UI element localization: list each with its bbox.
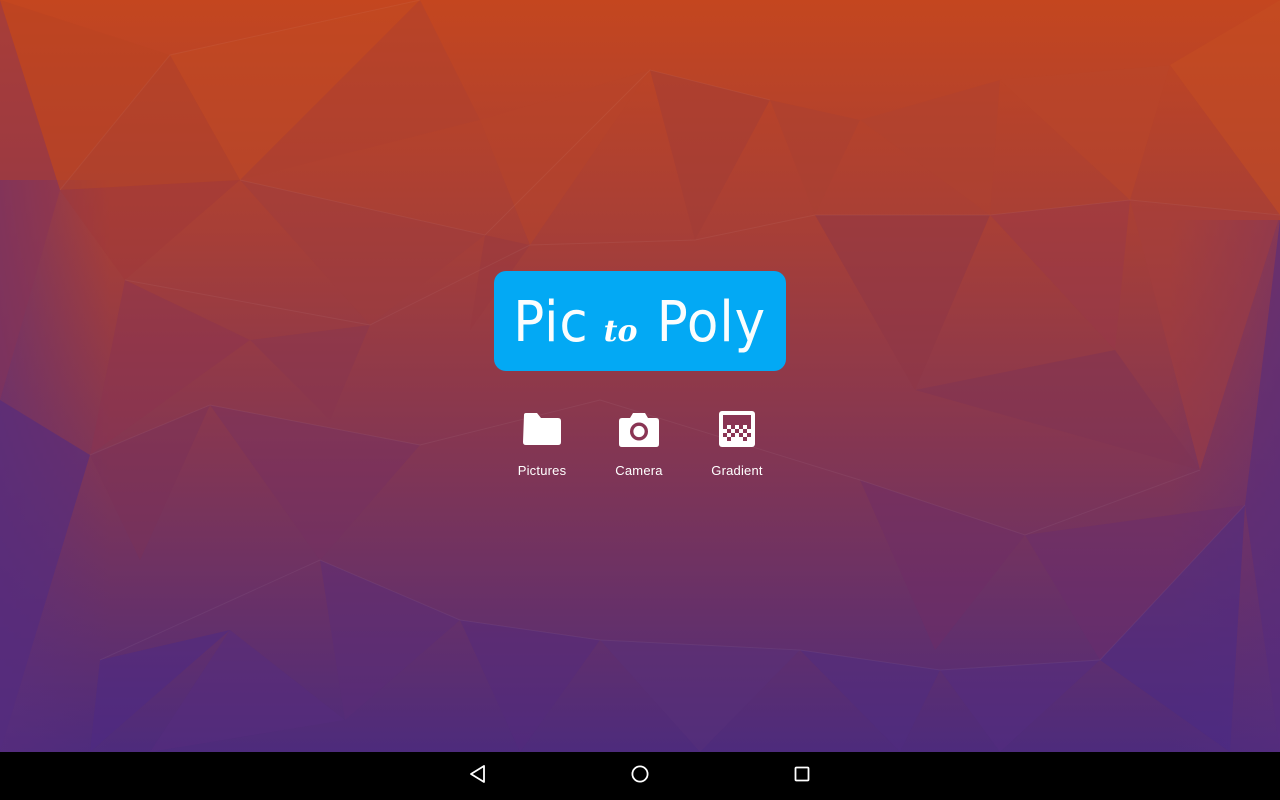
home-icon (630, 764, 650, 788)
low-poly-background (0, 0, 1280, 752)
app-logo: Pic to Poly (510, 295, 771, 351)
system-navigation-bar (0, 752, 1280, 800)
logo-connector: to (603, 314, 638, 349)
app-logo-banner: Pic to Poly (494, 271, 786, 371)
logo-word-pic: Pic (513, 290, 589, 355)
back-icon (468, 764, 488, 788)
recents-button[interactable] (770, 752, 834, 800)
app-screen: Pic to Poly Pictures Camera Gradient (0, 0, 1280, 800)
back-button[interactable] (446, 752, 510, 800)
camera-icon (615, 405, 663, 453)
gradient-icon (713, 405, 761, 453)
pictures-label: Pictures (517, 463, 567, 478)
home-button[interactable] (608, 752, 672, 800)
camera-label: Camera (615, 463, 663, 478)
logo-word-poly: Poly (656, 290, 766, 355)
folder-icon (518, 405, 566, 453)
source-actions: Pictures Camera Gradient (0, 405, 1280, 495)
gradient-label: Gradient (711, 463, 763, 478)
recents-icon (792, 764, 812, 788)
camera-button[interactable]: Camera (594, 405, 684, 485)
gradient-button[interactable]: Gradient (692, 405, 782, 485)
pictures-button[interactable]: Pictures (497, 405, 587, 485)
